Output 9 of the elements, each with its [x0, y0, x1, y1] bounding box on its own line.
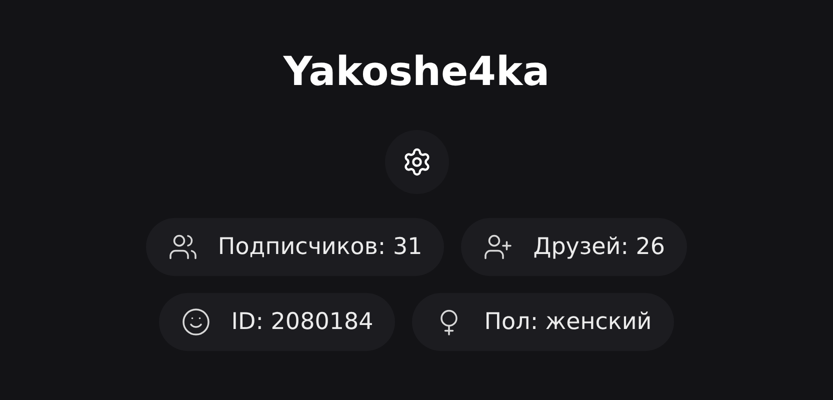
stat-text: Пол: женский	[484, 308, 652, 337]
username-title: Yakoshe4ka	[283, 48, 550, 97]
stat-text: Друзей: 26	[533, 232, 666, 262]
settings-icon	[402, 147, 432, 177]
stat-text: ID: 2080184	[231, 308, 374, 337]
users-icon	[168, 232, 198, 262]
user-plus-icon	[483, 232, 514, 262]
stat-text: Подписчиков: 31	[218, 232, 422, 262]
smiley-icon	[181, 307, 212, 337]
